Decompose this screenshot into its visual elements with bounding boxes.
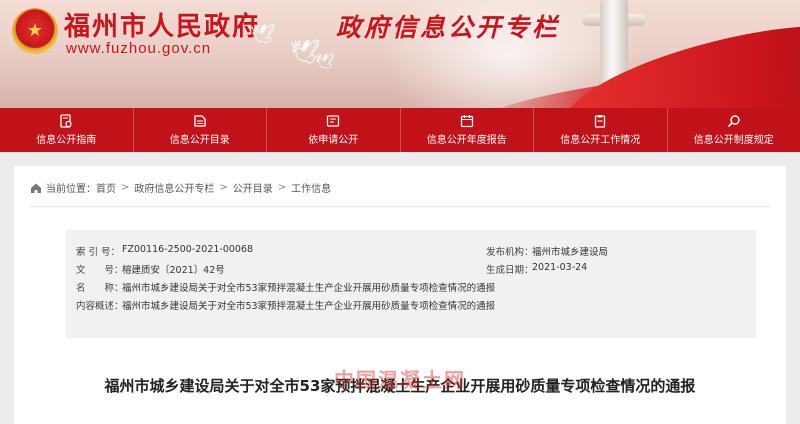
- meta-date-label: 生成日期：: [486, 265, 534, 276]
- meta-index-row: 索 引 号： FZ00116-2500-2021-00068: [76, 244, 253, 258]
- meta-name-row: 名 称： 福州市城乡建设局关于对全市53家预拌混凝土生产企业开展用砂质量专项检查…: [76, 280, 495, 294]
- meta-summary-label: 内容概述：: [76, 301, 124, 312]
- nav-item-catalog[interactable]: 信息公开目录: [134, 108, 267, 152]
- meta-summary-value: 福州市城乡建设局关于对全市53家预拌混凝土生产企业开展用砂质量专项检查情况的通报: [122, 301, 496, 312]
- nav-item-label: 依申请公开: [308, 135, 359, 146]
- site-title[interactable]: 福州市人民政府: [64, 6, 260, 43]
- meta-date-row: 生成日期： 2021-03-24: [486, 262, 587, 276]
- watermark-text: 中国混凝土网: [334, 368, 466, 392]
- dove-icon: 🕊: [250, 22, 276, 46]
- content-panel: 当前位置： 首页 > 政府信息公开专栏 > 公开目录 > 工作信息 索 引 号：…: [14, 166, 786, 424]
- breadcrumb-separator: >: [277, 182, 287, 193]
- breadcrumb-catalog[interactable]: 公开目录: [233, 180, 273, 195]
- nav-item-rules[interactable]: 信息公开制度规定: [668, 108, 800, 152]
- nav-item-annual-report[interactable]: 信息公开年度报告: [401, 108, 534, 152]
- home-icon: [31, 183, 41, 193]
- breadcrumb-home[interactable]: 首页: [96, 180, 116, 195]
- column-title: 政府信息公开专栏: [336, 13, 561, 42]
- meta-index-value: FZ00116-2500-2021-00068: [122, 244, 254, 255]
- meta-docno-value: 榕建质安〔2021〕42号: [122, 265, 225, 276]
- site-url: www.fuzhou.gov.cn: [66, 40, 212, 57]
- breadcrumb: 当前位置： 首页 > 政府信息公开专栏 > 公开目录 > 工作信息: [30, 180, 331, 195]
- meta-docno-row: 文 号： 榕建质安〔2021〕42号: [76, 262, 225, 276]
- meta-docno-label: 文 号：: [76, 265, 124, 276]
- nav-item-label: 信息公开年度报告: [426, 135, 507, 146]
- apply-form-icon: [327, 115, 340, 127]
- nav-item-label: 信息公开工作情况: [560, 135, 641, 146]
- meta-org-label: 发布机构：: [486, 247, 534, 258]
- breadcrumb-work-info[interactable]: 工作信息: [291, 180, 331, 195]
- breadcrumb-prefix: 当前位置：: [46, 184, 96, 195]
- search-rules-icon: [727, 115, 740, 128]
- breadcrumb-separator: >: [219, 182, 228, 193]
- nav-item-label: 信息公开指南: [36, 135, 97, 146]
- document-info-icon: [60, 114, 72, 128]
- header-banner: ★ 福州市人民政府 www.fuzhou.gov.cn 🕊 🕊 🕊 政府信息公开…: [0, 0, 800, 108]
- dove-icon: 🕊: [315, 52, 336, 71]
- document-metadata: 索 引 号： FZ00116-2500-2021-00068 发布机构： 福州市…: [66, 230, 756, 338]
- nav-item-apply[interactable]: 依申请公开: [267, 108, 401, 152]
- meta-date-value: 2021-03-24: [532, 262, 588, 273]
- breadcrumb-divider: [30, 206, 770, 207]
- national-emblem-icon[interactable]: ★: [12, 8, 58, 54]
- breadcrumb-open-column[interactable]: 政府信息公开专栏: [134, 180, 214, 195]
- calendar-report-icon: [460, 115, 473, 128]
- nav-item-label: 信息公开制度规定: [693, 135, 774, 146]
- meta-index-label: 索 引 号：: [76, 247, 121, 258]
- meta-name-value: 福州市城乡建设局关于对全市53家预拌混凝土生产企业开展用砂质量专项检查情况的通报: [122, 283, 496, 294]
- meta-org-value: 福州市城乡建设局: [532, 247, 609, 258]
- nav-item-guide[interactable]: 信息公开指南: [0, 108, 134, 152]
- meta-org-row: 发布机构： 福州市城乡建设局: [486, 244, 608, 258]
- folder-list-icon: [194, 115, 206, 127]
- main-nav: 信息公开指南 信息公开目录 依申请公开 信息公开年度报告 信息公开工作情况 信息…: [0, 108, 800, 152]
- nav-item-work-status[interactable]: 信息公开工作情况: [534, 108, 668, 152]
- clipboard-icon: [595, 115, 606, 128]
- nav-item-label: 信息公开目录: [169, 135, 230, 146]
- meta-summary-row: 内容概述： 福州市城乡建设局关于对全市53家预拌混凝土生产企业开展用砂质量专项检…: [76, 298, 495, 312]
- meta-name-label: 名 称：: [76, 283, 124, 294]
- breadcrumb-separator: >: [121, 182, 130, 193]
